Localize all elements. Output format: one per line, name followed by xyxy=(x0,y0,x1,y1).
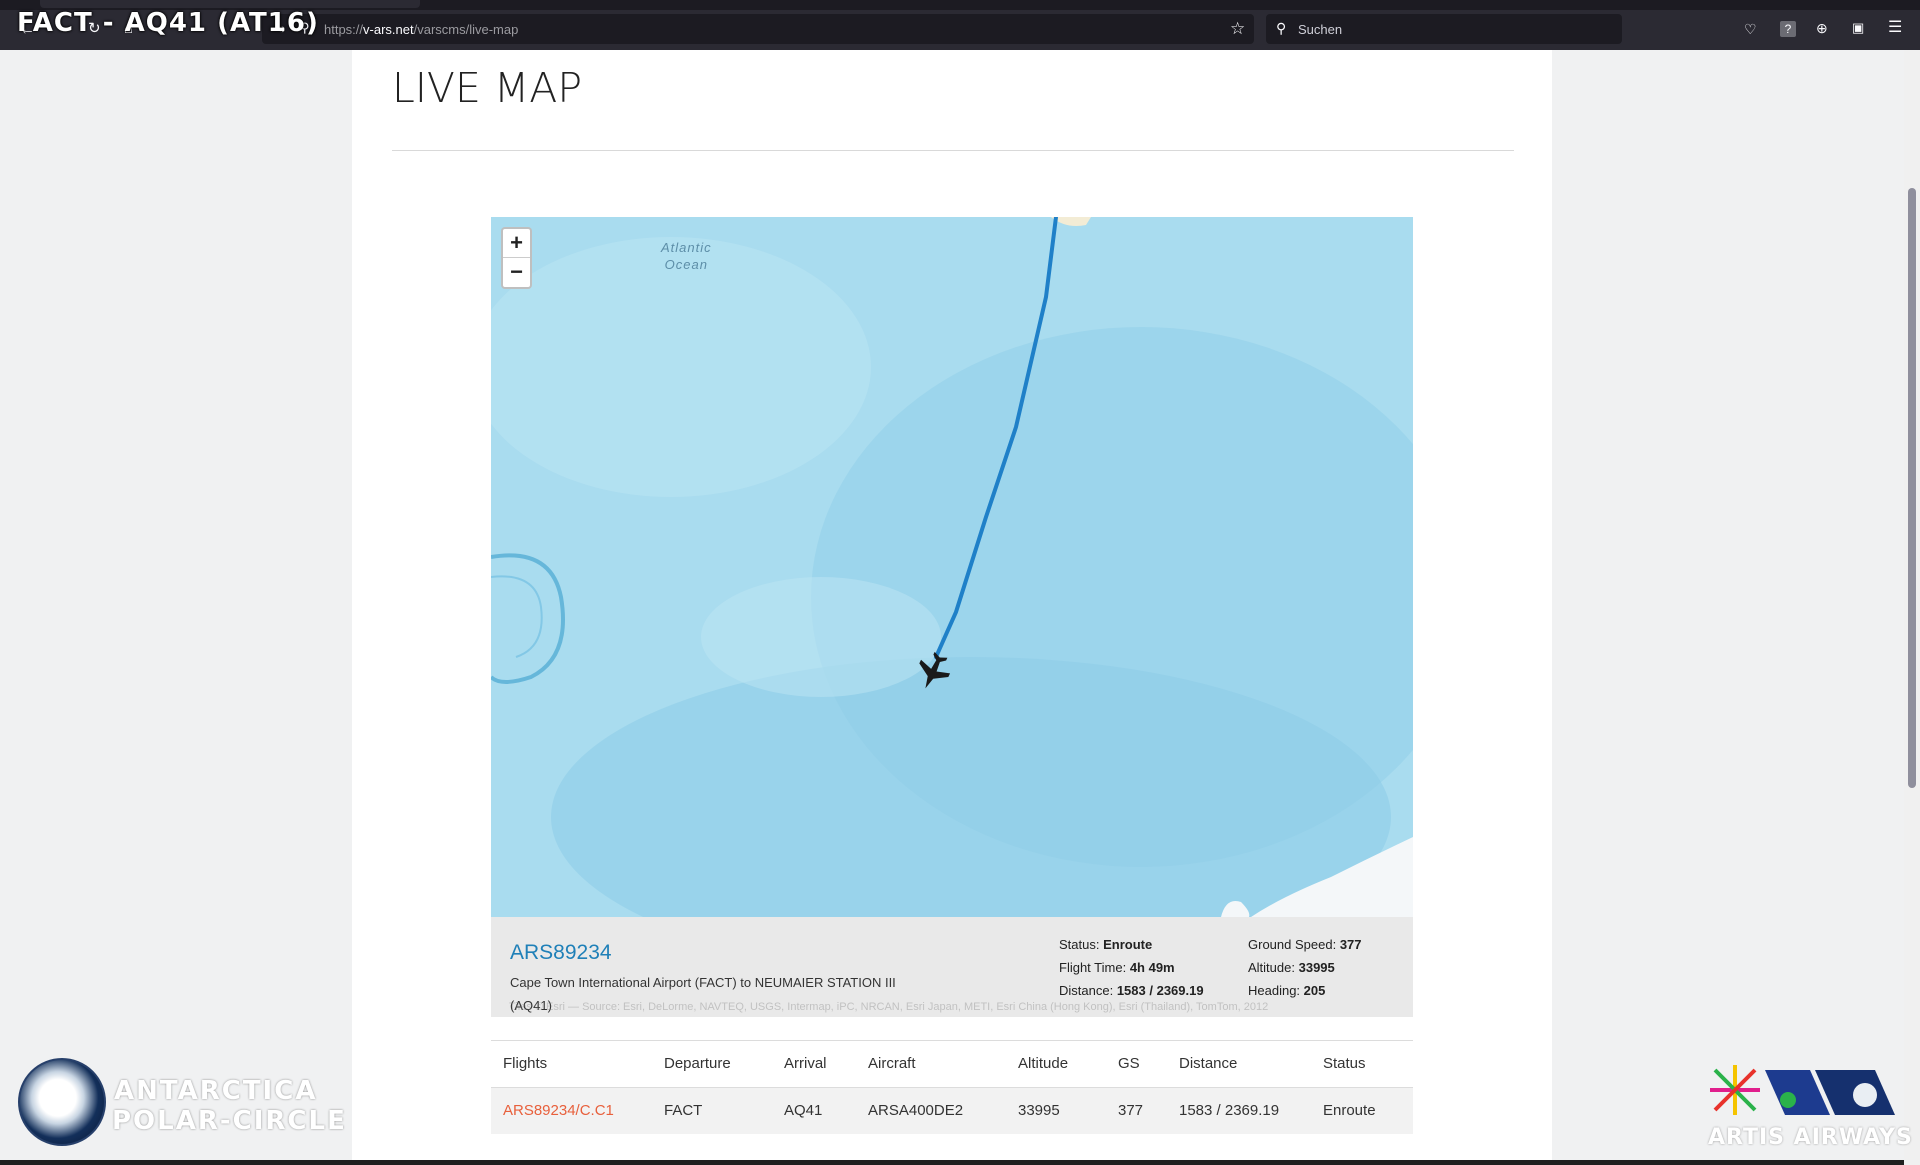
column-header: Altitude xyxy=(1018,1055,1069,1072)
zoom-out-button[interactable]: − xyxy=(503,258,530,287)
ground-speed-field: Ground Speed: 377 xyxy=(1248,937,1362,952)
table-header-row: Flights Departure Arrival Aircraft Altit… xyxy=(491,1041,1413,1087)
column-header: Aircraft xyxy=(868,1055,916,1072)
search-icon: ⚲ xyxy=(1276,20,1287,36)
departure-cell: FACT xyxy=(664,1102,703,1119)
airline-logo: ARTIS AIRWAYS xyxy=(1700,1060,1912,1160)
gs-cell: 377 xyxy=(1118,1102,1144,1119)
flights-table: Flights Departure Arrival Aircraft Altit… xyxy=(491,1040,1413,1134)
heading-field: Heading: 205 xyxy=(1248,983,1326,998)
scrollbar-thumb[interactable] xyxy=(1908,188,1916,788)
taskbar-edge xyxy=(0,1160,1904,1165)
url-text[interactable]: https://v-ars.net/varscms/live-map xyxy=(324,22,518,37)
pocket-icon[interactable]: ♡ xyxy=(1744,22,1757,36)
flight-code[interactable]: ARS89234 xyxy=(510,941,612,965)
bookmark-star-icon[interactable]: ☆ xyxy=(1230,20,1245,37)
distance-cell: 1583 / 2369.19 xyxy=(1179,1102,1280,1119)
zoom-in-button[interactable]: + xyxy=(503,229,530,258)
airline-name: ARTIS AIRWAYS xyxy=(1708,1125,1913,1150)
zoom-icon[interactable]: ⊕ xyxy=(1816,21,1828,35)
column-header: Flights xyxy=(503,1055,548,1072)
divider xyxy=(392,150,1514,151)
table-row: ARS89234/C.C1 FACT AQ41 ARSA400DE2 33995… xyxy=(491,1088,1413,1134)
search-bar[interactable]: ⚲ Suchen xyxy=(1266,14,1622,44)
extension-icon[interactable]: ▣ xyxy=(1852,21,1864,34)
page-title: LIVE MAP xyxy=(392,64,583,112)
globe-icon xyxy=(18,1058,106,1146)
logo-line1: ANTARCTICA xyxy=(114,1076,318,1106)
flight-info-panel: ARS89234 Cape Town International Airport… xyxy=(491,917,1413,1017)
column-header: Arrival xyxy=(784,1055,827,1072)
column-header: Distance xyxy=(1179,1055,1238,1072)
active-tab[interactable] xyxy=(40,0,420,8)
logo-line2: POLAR-CIRCLE xyxy=(112,1106,347,1136)
menu-icon[interactable]: ☰ xyxy=(1888,20,1902,36)
status-cell: Enroute xyxy=(1323,1102,1376,1119)
status-field: Status: Enroute xyxy=(1059,937,1153,952)
page-scrollbar[interactable] xyxy=(1904,50,1920,1165)
page-content: LIVE MAP Atlantic Ocean + − ARS89234 Cap… xyxy=(352,50,1552,1165)
help-icon[interactable]: ? xyxy=(1780,21,1796,37)
map-attribution: Tiles © Esri — Source: Esri, DeLorme, NA… xyxy=(509,1001,1269,1013)
aircraft-cell: ARSA400DE2 xyxy=(868,1102,964,1119)
altitude-cell: 33995 xyxy=(1018,1102,1060,1119)
distance-field: Distance: 1583 / 2369.19 xyxy=(1059,983,1204,998)
column-header: Departure xyxy=(664,1055,731,1072)
stream-overlay-title: FACT - AQ41 (AT16) xyxy=(17,8,319,38)
url-bar[interactable]: ◑ ⚲ https://v-ars.net/varscms/live-map ☆ xyxy=(262,14,1254,44)
flight-link[interactable]: ARS89234/C.C1 xyxy=(503,1102,614,1119)
search-placeholder: Suchen xyxy=(1298,22,1343,37)
column-header: GS xyxy=(1118,1055,1140,1072)
altitude-field: Altitude: 33995 xyxy=(1248,960,1335,975)
flight-time-field: Flight Time: 4h 49m xyxy=(1059,960,1175,975)
arrival-cell: AQ41 xyxy=(784,1102,823,1119)
live-map[interactable]: Atlantic Ocean + − xyxy=(491,217,1413,917)
airline-emblem-icon xyxy=(1710,1065,1895,1115)
zoom-control: + − xyxy=(501,227,532,289)
column-header: Status xyxy=(1323,1055,1366,1072)
map-canvas[interactable] xyxy=(491,217,1413,917)
ocean-label: Atlantic Ocean xyxy=(661,240,712,272)
